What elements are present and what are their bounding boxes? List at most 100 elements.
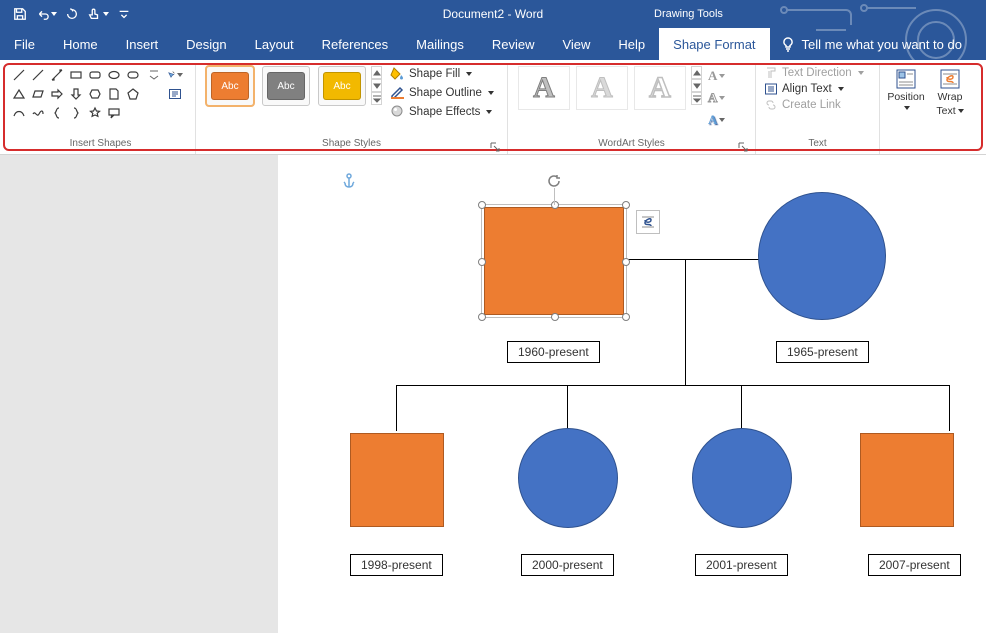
label-child-3[interactable]: 2001-present xyxy=(695,554,788,576)
label-parent-2[interactable]: 1965-present xyxy=(776,341,869,363)
shape-pentagon-icon[interactable] xyxy=(124,85,142,103)
redo-button[interactable] xyxy=(60,2,84,26)
resize-handle-sw[interactable] xyxy=(478,313,486,321)
align-text-icon xyxy=(764,82,778,96)
shape-hexagon-icon[interactable] xyxy=(86,85,104,103)
rect-child-4[interactable] xyxy=(860,433,954,527)
menu-review[interactable]: Review xyxy=(478,28,549,60)
rotation-handle[interactable] xyxy=(547,174,561,188)
rotation-stem xyxy=(554,188,555,205)
style-thumb-3[interactable]: Abc xyxy=(318,66,366,106)
resize-handle-nw[interactable] xyxy=(478,201,486,209)
label-child-2[interactable]: 2000-present xyxy=(521,554,614,576)
rect-child-1[interactable] xyxy=(350,433,444,527)
shape-roundrect-icon[interactable] xyxy=(86,66,104,84)
resize-handle-e[interactable] xyxy=(622,258,630,266)
shape-callout-icon[interactable] xyxy=(105,104,123,122)
text-fill-button[interactable]: A xyxy=(706,65,738,87)
touch-mode-button[interactable] xyxy=(86,2,110,26)
tell-me-search[interactable]: Tell me what you want to do xyxy=(770,28,962,60)
gallery-down-button[interactable] xyxy=(371,79,382,92)
menu-help[interactable]: Help xyxy=(604,28,659,60)
wordart-thumb-3[interactable]: A xyxy=(634,66,686,110)
resize-handle-se[interactable] xyxy=(622,313,630,321)
wa-down-button[interactable] xyxy=(691,79,702,92)
gallery-up-button[interactable] xyxy=(371,66,382,79)
shape-effects-label: Shape Effects xyxy=(409,106,480,118)
shape-line-icon[interactable] xyxy=(10,66,28,84)
wa-more-button[interactable] xyxy=(691,92,702,105)
text-effects-button[interactable]: A xyxy=(706,109,738,131)
qat-customize-button[interactable] xyxy=(112,2,136,26)
shape-outline-icon xyxy=(390,85,405,100)
position-icon xyxy=(895,68,917,90)
menu-file[interactable]: File xyxy=(0,28,49,60)
menu-references[interactable]: References xyxy=(308,28,402,60)
shape-styles-gallery[interactable]: Abc Abc Abc xyxy=(200,64,368,106)
page[interactable]: 1960-present 1965-present 1998-present 2… xyxy=(278,155,986,633)
undo-button[interactable] xyxy=(34,2,58,26)
menu-insert[interactable]: Insert xyxy=(112,28,173,60)
shape-document-icon[interactable] xyxy=(105,85,123,103)
wordart-thumb-2[interactable]: A xyxy=(576,66,628,110)
document-area: 1960-present 1965-present 1998-present 2… xyxy=(0,155,986,633)
connector xyxy=(624,259,760,260)
text-outline-button[interactable]: A xyxy=(706,87,738,109)
layout-options-button[interactable] xyxy=(636,210,660,234)
wordart-thumb-1[interactable]: A xyxy=(518,66,570,110)
resize-handle-s[interactable] xyxy=(551,313,559,321)
wordart-dialog-launcher[interactable] xyxy=(737,142,749,154)
shape-effects-button[interactable]: Shape Effects xyxy=(388,103,496,120)
save-button[interactable] xyxy=(8,2,32,26)
menu-shape-format[interactable]: Shape Format xyxy=(659,28,769,60)
position-button[interactable]: Position xyxy=(886,66,926,117)
circle-child-2[interactable] xyxy=(518,428,618,528)
edit-shape-button[interactable] xyxy=(166,66,184,84)
shape-arrow-down-icon[interactable] xyxy=(67,85,85,103)
shape-arrow-right-icon[interactable] xyxy=(48,85,66,103)
shape-ellipse-icon[interactable] xyxy=(105,66,123,84)
shape-brace-left-icon[interactable] xyxy=(48,104,66,122)
shape-wave-icon[interactable] xyxy=(29,104,47,122)
gallery-more-button[interactable] xyxy=(371,92,382,105)
menu-layout[interactable]: Layout xyxy=(241,28,308,60)
wrap-text-icon xyxy=(939,68,961,90)
shape-outline-button[interactable]: Shape Outline xyxy=(388,84,496,101)
shape-triangle-icon[interactable] xyxy=(10,85,28,103)
shape-line2-icon[interactable] xyxy=(29,66,47,84)
shape-curve-icon[interactable] xyxy=(10,104,28,122)
shape-fill-button[interactable]: Shape Fill xyxy=(388,65,496,82)
shape-star-icon[interactable] xyxy=(86,104,104,122)
wa-up-button[interactable] xyxy=(691,66,702,79)
style-thumb-2[interactable]: Abc xyxy=(262,66,310,106)
shapes-gallery[interactable] xyxy=(10,64,142,122)
shape-parallelogram-icon[interactable] xyxy=(29,85,47,103)
label-child-1[interactable]: 1998-present xyxy=(350,554,443,576)
shape-rect-icon[interactable] xyxy=(67,66,85,84)
wordart-gallery[interactable]: A A A xyxy=(512,64,688,110)
circle-parent-2[interactable] xyxy=(758,192,886,320)
shape-styles-dialog-launcher[interactable] xyxy=(489,142,501,154)
menu-mailings[interactable]: Mailings xyxy=(402,28,478,60)
style-thumb-1[interactable]: Abc xyxy=(206,66,254,106)
resize-handle-ne[interactable] xyxy=(622,201,630,209)
label-parent-1[interactable]: 1960-present xyxy=(507,341,600,363)
align-text-button[interactable]: Align Text xyxy=(764,82,864,96)
wrap-text-label1: Wrap xyxy=(938,92,963,104)
shape-connector-icon[interactable] xyxy=(48,66,66,84)
menu-home[interactable]: Home xyxy=(49,28,112,60)
shape-roundrect2-icon[interactable] xyxy=(124,66,142,84)
text-direction-icon xyxy=(764,66,778,80)
wrap-text-button[interactable]: Wrap Text xyxy=(930,66,970,117)
shape-brace-right-icon[interactable] xyxy=(67,104,85,122)
menu-view[interactable]: View xyxy=(548,28,604,60)
draw-text-box-button[interactable] xyxy=(166,85,184,103)
label-child-4[interactable]: 2007-present xyxy=(868,554,961,576)
ribbon: Insert Shapes Abc Abc Abc Shape F xyxy=(0,60,986,155)
resize-handle-w[interactable] xyxy=(478,258,486,266)
menu-design[interactable]: Design xyxy=(172,28,240,60)
shapes-gallery-more[interactable] xyxy=(146,66,162,84)
circle-child-3[interactable] xyxy=(692,428,792,528)
resize-handle-n[interactable] xyxy=(551,201,559,209)
create-link-button: Create Link xyxy=(764,98,864,112)
